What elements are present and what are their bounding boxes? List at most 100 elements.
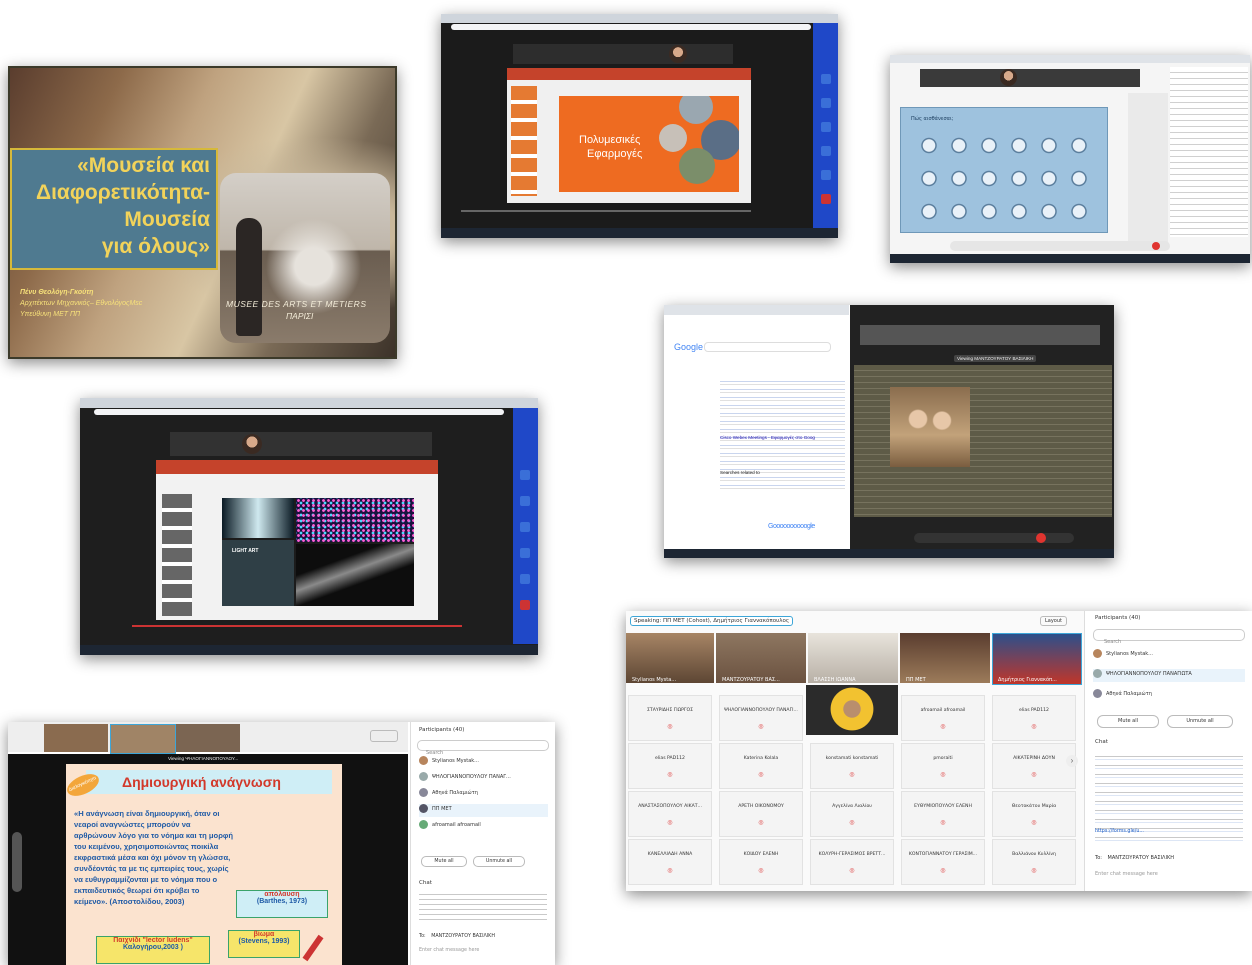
participant-tile[interactable]: Βαλλιάνου Κυλλίνη ◎ bbox=[992, 839, 1076, 885]
participant-tile[interactable]: konstamati konstamati ◎ bbox=[810, 743, 894, 789]
participant-tile[interactable]: ΑΙΚΑΤΕΡΙΝΗ ΔΟΥΝ ◎ bbox=[992, 743, 1076, 789]
video-tile bbox=[44, 724, 108, 752]
next-page-icon[interactable]: › bbox=[1066, 755, 1078, 767]
chat-input[interactable]: Enter chat message here bbox=[419, 948, 479, 953]
participant-tile[interactable]: ΣΤΑΥΡΙΔΗΣ ΓΙΩΡΓΟΣ ◎ bbox=[628, 695, 712, 741]
text-block: LIGHT ART bbox=[222, 540, 294, 606]
muted-mic-icon: ◎ bbox=[849, 772, 855, 778]
participant-tile[interactable]: elias PAD112 ◎ bbox=[992, 695, 1076, 741]
author-position: Υπεύθυνη ΜΕΤ ΠΠ bbox=[20, 311, 81, 318]
participant-row[interactable]: afroamail afroamail bbox=[419, 820, 548, 833]
desktop-icon[interactable] bbox=[520, 522, 530, 532]
participant-row[interactable]: ΨΗΛΟΓΙΑΝΝΟΠΟΥΛΟΥ ΠΑΝΑΓ... bbox=[419, 772, 548, 785]
desktop-icon[interactable] bbox=[520, 548, 530, 558]
search-input[interactable] bbox=[704, 342, 831, 352]
result-title[interactable]: Cisco Webex Meetings - Εφαρμογές στο Goo… bbox=[720, 435, 845, 440]
to-recipient[interactable]: ΜΑΝΤΖΟΥΡΑΤΟΥ ΒΑΣΙΛΙΚΗ bbox=[431, 934, 495, 939]
chat-link[interactable]: https://forms.gle/u... bbox=[1095, 829, 1144, 834]
address-bar[interactable] bbox=[451, 24, 811, 30]
participant-tile[interactable]: ΚΑΝΕΛΛΙΑΔΗ ΑΝΝΑ ◎ bbox=[628, 839, 712, 885]
slide-title: Εφαρμογές bbox=[587, 148, 643, 160]
mute-all-button[interactable]: Mute all bbox=[1097, 715, 1159, 728]
desktop-icon[interactable] bbox=[821, 122, 831, 132]
participant-tile-name: ΕΥΘΥΜΙΟΠΟΥΛΟΥ ΕΛΕΝΗ bbox=[914, 804, 972, 809]
participant-row[interactable]: Stylianos Mystak... bbox=[419, 756, 548, 769]
participant-tile-name: Βαλλιάνου Κυλλίνη bbox=[1012, 852, 1056, 857]
layout-button[interactable]: Layout bbox=[1040, 616, 1067, 626]
slide-title: Πολυμεσικές bbox=[579, 134, 641, 146]
participant-tile[interactable]: ΚΟΝΤΟΓΙΑΝΝΑΤΟΥ ΓΕΡΑΣΙΜ... ◎ bbox=[901, 839, 985, 885]
chat-to-label: To: ΜΑΝΤΖΟΥΡΑΤΟΥ ΒΑΣΙΛΙΚΗ bbox=[419, 934, 495, 939]
muted-mic-icon: ◎ bbox=[667, 820, 673, 826]
participant-tile[interactable]: ΚΟΛΥΡΗ-ΓΕΡΑΣΙΜΟΣ ΒΡΕΤΤ... ◎ bbox=[810, 839, 894, 885]
participant-tile-name: ΣΤΑΥΡΙΔΗΣ ΓΙΩΡΓΟΣ bbox=[646, 708, 693, 713]
desktop-icon[interactable] bbox=[520, 600, 530, 610]
desktop-icon[interactable] bbox=[520, 574, 530, 584]
author-role: Αρχιτέκτων Μηχανικός– ΕθνολόγοςMsc bbox=[20, 300, 143, 307]
participant-name: ΨΗΛΟΓΙΑΝΝΟΠΟΥΛΟΥ ΠΑΝΑΓΙΩΤΑ bbox=[1106, 671, 1192, 677]
chat-input[interactable]: Enter chat message here bbox=[1095, 871, 1158, 877]
desktop-icon[interactable] bbox=[821, 74, 831, 84]
participant-tile[interactable]: ΑΡΕΤΗ ΟΙΚΟΝΟΜΟΥ ◎ bbox=[719, 791, 803, 837]
participant-tile[interactable]: ΨΗΛΟΓΙΑΝΝΟΠΟΥΛΟΥ ΠΑΝΑΓΙ... ◎ bbox=[719, 695, 803, 741]
participant-tile[interactable]: pmoraiti ◎ bbox=[901, 743, 985, 789]
video-banner: Viewing ΜΑΝΤΖΟΥΡΑΤΟΥ ΒΑΣΙΛΙΚΗ bbox=[954, 355, 1037, 362]
to-label: To: bbox=[419, 934, 426, 939]
participant-tile[interactable]: Θεοτοκάτου Μαρία ◎ bbox=[992, 791, 1076, 837]
participant-tile[interactable]: ΑΝΑΣΤΑΣΟΠΟΥΛΟΥ ΑΙΚΑΤ... ◎ bbox=[628, 791, 712, 837]
participant-row[interactable]: Αθηνά Παλαμιώτη bbox=[1093, 689, 1245, 702]
participant-row[interactable]: ΠΠ ΜΕΤ bbox=[419, 804, 548, 817]
muted-mic-icon: ◎ bbox=[940, 772, 946, 778]
participant-tile[interactable]: afroamail afroamail ◎ bbox=[901, 695, 985, 741]
grid-webex-panel: Speaking: ΠΠ ΜΕΤ (Cohost), Δημήτριος Για… bbox=[626, 611, 1252, 891]
browser-tabs bbox=[664, 305, 849, 315]
participant-avatar bbox=[242, 434, 262, 454]
lightart-slide: LIGHT ART bbox=[222, 498, 414, 606]
desktop-icon[interactable] bbox=[821, 170, 831, 180]
participant-tile[interactable]: ΕΥΘΥΜΙΟΠΟΥΛΟΥ ΕΛΕΝΗ ◎ bbox=[901, 791, 985, 837]
video-progress[interactable] bbox=[461, 210, 751, 212]
title-box: «Μουσεία και Διαφορετικότητα- Μουσεία γι… bbox=[10, 148, 218, 270]
video-progress[interactable] bbox=[132, 625, 462, 627]
end-call-icon[interactable] bbox=[1152, 242, 1160, 250]
participant-row[interactable]: ΨΗΛΟΓΙΑΝΝΟΠΟΥΛΟΥ ΠΑΝΑΓΙΩΤΑ bbox=[1093, 669, 1245, 682]
desktop-icon[interactable] bbox=[520, 496, 530, 506]
desktop-icon[interactable] bbox=[821, 194, 831, 204]
search-input[interactable]: Search bbox=[417, 740, 549, 756]
participants-panel: Participants (40) Search Stylianos Mysta… bbox=[410, 722, 555, 965]
search-input[interactable]: Search bbox=[1093, 629, 1245, 645]
desktop-icon[interactable] bbox=[821, 146, 831, 156]
layout-button[interactable] bbox=[370, 730, 398, 742]
participant-tile-name: elias PAD112 bbox=[655, 756, 685, 761]
participant-row[interactable]: Stylianos Mystak... bbox=[1093, 649, 1245, 662]
multimedia-webex-panel: Πολυμεσικές Εφαρμογές bbox=[441, 14, 838, 238]
participant-row[interactable]: Αθηνά Παλαμιώτη bbox=[419, 788, 548, 801]
end-call-icon[interactable] bbox=[1036, 533, 1046, 543]
video-tile bbox=[716, 633, 806, 683]
participant-tile-name: Θεοτοκάτου Μαρία bbox=[1011, 804, 1057, 809]
address-bar[interactable] bbox=[94, 409, 504, 415]
participant-tile-name: ΨΗΛΟΓΙΑΝΝΟΠΟΥΛΟΥ ΠΑΝΑΓΙ... bbox=[724, 708, 798, 713]
annotation-toolbar[interactable] bbox=[12, 832, 22, 892]
unmute-all-button[interactable]: Unmute all bbox=[1167, 715, 1233, 728]
video-strip bbox=[513, 44, 733, 64]
video-tile bbox=[176, 724, 240, 752]
participant-tile[interactable]: ΚΟΙΔΟΥ ΕΛΕΝΗ ◎ bbox=[719, 839, 803, 885]
muted-mic-icon: ◎ bbox=[1031, 820, 1037, 826]
participant-tile-name: pmoraiti bbox=[933, 756, 953, 761]
participant-tile[interactable]: Αγγελίνα Λιαλίου ◎ bbox=[810, 791, 894, 837]
desktop-icon[interactable] bbox=[520, 470, 530, 480]
mute-all-button[interactable]: Mute all bbox=[421, 856, 467, 867]
video-tile bbox=[900, 633, 990, 683]
muted-mic-icon: ◎ bbox=[1031, 868, 1037, 874]
unmute-all-button[interactable]: Unmute all bbox=[473, 856, 525, 867]
video-strip bbox=[860, 325, 1100, 345]
participant-tile[interactable]: Katerina Kolala ◎ bbox=[719, 743, 803, 789]
desktop-icon[interactable] bbox=[821, 98, 831, 108]
pagination[interactable]: Goooooooooogle bbox=[768, 523, 815, 530]
muted-mic-icon: ◎ bbox=[758, 820, 764, 826]
participant-avatar bbox=[1000, 69, 1017, 86]
to-recipient[interactable]: ΜΑΝΤΖΟΥΡΑΤΟΥ ΒΑΣΙΛΙΚΗ bbox=[1108, 855, 1174, 861]
emotions-webex-panel: Πώς αισθάνεσαι; bbox=[890, 55, 1250, 263]
participant-tile[interactable]: elias PAD112 ◎ bbox=[628, 743, 712, 789]
